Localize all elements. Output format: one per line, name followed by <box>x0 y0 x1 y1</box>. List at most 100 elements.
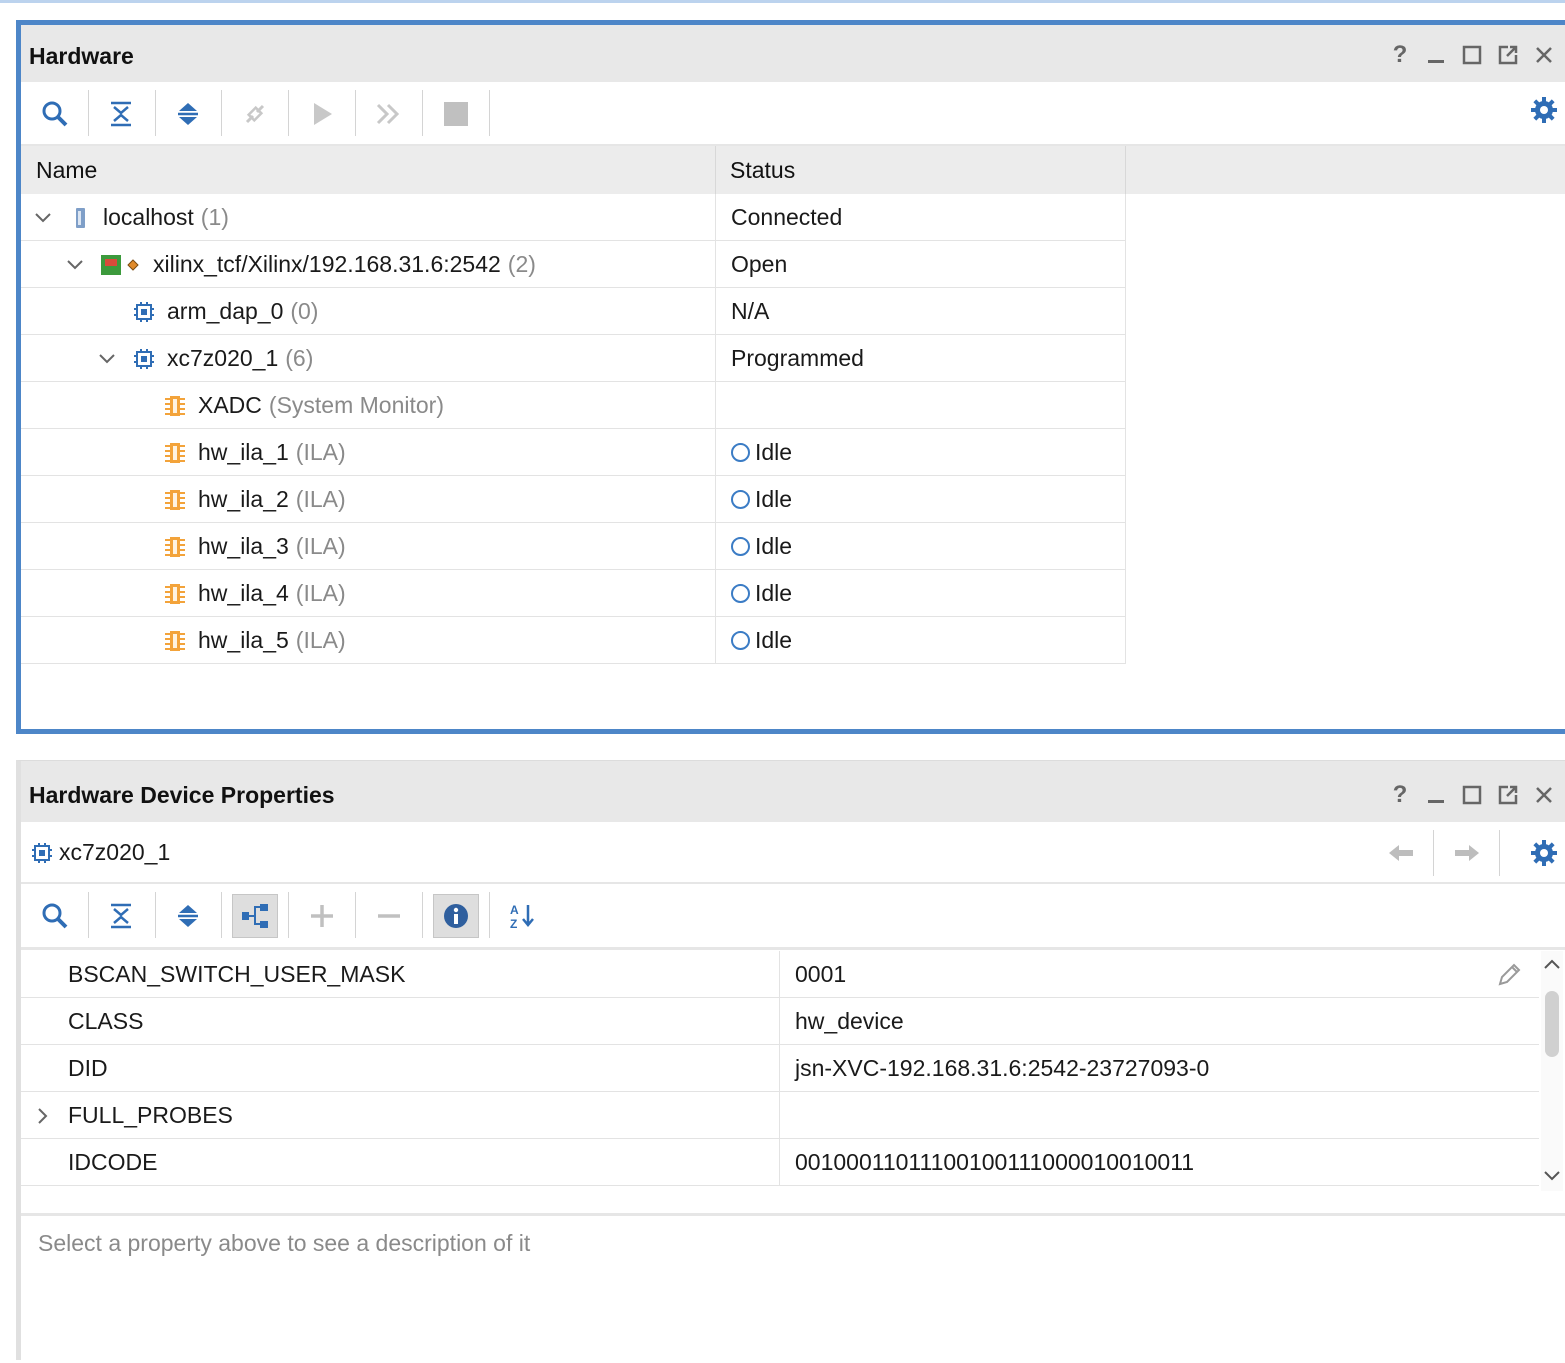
tree-row-ila[interactable]: hw_ila_5 (ILA) Idle <box>21 617 1126 664</box>
tree-row-device[interactable]: xc7z020_1 (6) Programmed <box>21 335 1126 382</box>
info-icon[interactable] <box>433 894 479 938</box>
property-key: BSCAN_SWITCH_USER_MASK <box>68 961 406 987</box>
property-row[interactable]: CLASS hw_device <box>21 998 1539 1045</box>
tree-row-arm-dap[interactable]: arm_dap_0 (0) N/A <box>21 288 1126 335</box>
scroll-down-icon[interactable] <box>1543 1169 1561 1183</box>
gear-icon[interactable] <box>1530 839 1558 872</box>
row-status: Programmed <box>731 345 864 371</box>
row-count: (ILA) <box>295 533 346 559</box>
scroll-thumb[interactable] <box>1545 991 1559 1057</box>
column-name[interactable]: Name <box>36 157 97 184</box>
top-accent-line <box>0 0 1565 3</box>
chevron-down-icon[interactable] <box>33 208 53 228</box>
float-icon[interactable] <box>1494 41 1522 69</box>
pencil-edit-icon[interactable] <box>1495 961 1523 989</box>
expand-all-icon[interactable] <box>165 92 211 136</box>
server-icon <box>69 207 91 229</box>
row-count: (6) <box>285 345 314 371</box>
window-controls: ? <box>1386 41 1558 69</box>
hardware-toolbar <box>21 82 1565 146</box>
chip-icon <box>133 348 155 370</box>
object-bar: xc7z020_1 <box>21 822 1565 884</box>
row-name: xc7z020_1 <box>167 345 279 371</box>
tree-row-localhost[interactable]: localhost (1) Connected <box>21 194 1126 241</box>
row-status: Idle <box>755 486 793 512</box>
row-count: (0) <box>290 298 319 324</box>
expand-all-icon[interactable] <box>165 894 211 938</box>
tree-row-ila[interactable]: hw_ila_4 (ILA) Idle <box>21 570 1126 617</box>
core-icon <box>164 395 186 417</box>
property-key: IDCODE <box>68 1149 158 1175</box>
idle-status-icon <box>731 490 750 509</box>
row-status: Idle <box>755 627 793 653</box>
core-icon <box>164 536 186 558</box>
chevron-right-icon[interactable] <box>33 1106 53 1126</box>
core-icon <box>164 630 186 652</box>
core-icon <box>164 489 186 511</box>
idle-status-icon <box>731 584 750 603</box>
property-row[interactable]: FULL_PROBES <box>21 1092 1539 1139</box>
idle-status-icon <box>731 631 750 650</box>
row-status: Connected <box>731 204 843 230</box>
forward-arrow-icon[interactable] <box>1449 838 1485 868</box>
idle-status-icon <box>731 443 750 462</box>
row-count: (2) <box>507 251 536 277</box>
property-row[interactable]: DID jsn-XVC-192.168.31.6:2542-23727093-0 <box>21 1045 1539 1092</box>
tree-row-target[interactable]: xilinx_tcf/Xilinx/192.168.31.6:2542 (2) O… <box>21 241 1126 288</box>
tree-row-ila[interactable]: hw_ila_2 (ILA) Idle <box>21 476 1126 523</box>
add-icon[interactable] <box>299 894 345 938</box>
collapse-all-icon[interactable] <box>98 92 144 136</box>
row-status: Idle <box>755 580 793 606</box>
minimize-icon[interactable] <box>1422 41 1450 69</box>
row-name: hw_ila_4 <box>198 580 289 606</box>
close-icon[interactable] <box>1530 781 1558 809</box>
row-status: Open <box>731 251 788 277</box>
column-status[interactable]: Status <box>730 157 795 184</box>
help-icon[interactable]: ? <box>1386 781 1414 809</box>
minimize-icon[interactable] <box>1422 781 1450 809</box>
chip-icon <box>133 301 155 323</box>
row-name: hw_ila_1 <box>198 439 289 465</box>
sort-az-icon[interactable]: AZ <box>500 894 546 938</box>
maximize-icon[interactable] <box>1458 781 1486 809</box>
remove-icon[interactable] <box>366 894 412 938</box>
tree-row-ila[interactable]: hw_ila_1 (ILA) Idle <box>21 429 1126 476</box>
help-icon[interactable]: ? <box>1386 41 1414 69</box>
run-trigger-icon[interactable] <box>299 92 345 136</box>
row-count: (ILA) <box>295 627 346 653</box>
chevron-down-icon[interactable] <box>97 349 117 369</box>
row-name: hw_ila_5 <box>198 627 289 653</box>
float-icon[interactable] <box>1494 781 1522 809</box>
stop-icon[interactable] <box>433 92 479 136</box>
auto-connect-icon[interactable] <box>232 92 278 136</box>
row-name: hw_ila_3 <box>198 533 289 559</box>
tree-row-ila[interactable]: hw_ila_3 (ILA) Idle <box>21 523 1126 570</box>
tree-row-xadc[interactable]: XADC (System Monitor) <box>21 382 1126 429</box>
run-immediate-icon[interactable] <box>366 92 412 136</box>
properties-titlebar: Hardware Device Properties ? <box>21 761 1565 822</box>
properties-panel: Hardware Device Properties ? xc7z020_1 A… <box>16 760 1565 1360</box>
scroll-up-icon[interactable] <box>1543 957 1561 971</box>
close-icon[interactable] <box>1530 41 1558 69</box>
property-row[interactable]: IDCODE 00100011011100100111000010010011 <box>21 1139 1539 1186</box>
maximize-icon[interactable] <box>1458 41 1486 69</box>
search-icon[interactable] <box>32 92 78 136</box>
property-row[interactable]: BSCAN_SWITCH_USER_MASK 0001 <box>21 951 1539 998</box>
search-icon[interactable] <box>32 894 78 938</box>
row-count: (ILA) <box>295 439 346 465</box>
panel-title: Hardware Device Properties <box>29 782 335 808</box>
row-count: (System Monitor) <box>268 392 444 418</box>
description-text: Select a property above to see a descrip… <box>38 1230 531 1256</box>
chip-icon <box>31 842 53 864</box>
collapse-all-icon[interactable] <box>98 894 144 938</box>
property-value[interactable]: 0001 <box>795 951 846 998</box>
back-arrow-icon[interactable] <box>1383 838 1419 868</box>
hierarchy-icon[interactable] <box>232 894 278 938</box>
row-status: N/A <box>731 298 770 324</box>
chevron-down-icon[interactable] <box>65 255 85 275</box>
window-controls: ? <box>1386 781 1558 809</box>
properties-scrollbar[interactable] <box>1541 951 1563 1191</box>
row-name: xilinx_tcf/Xilinx/192.168.31.6:2542 <box>153 251 501 277</box>
idle-status-icon <box>731 537 750 556</box>
gear-icon[interactable] <box>1530 96 1558 129</box>
